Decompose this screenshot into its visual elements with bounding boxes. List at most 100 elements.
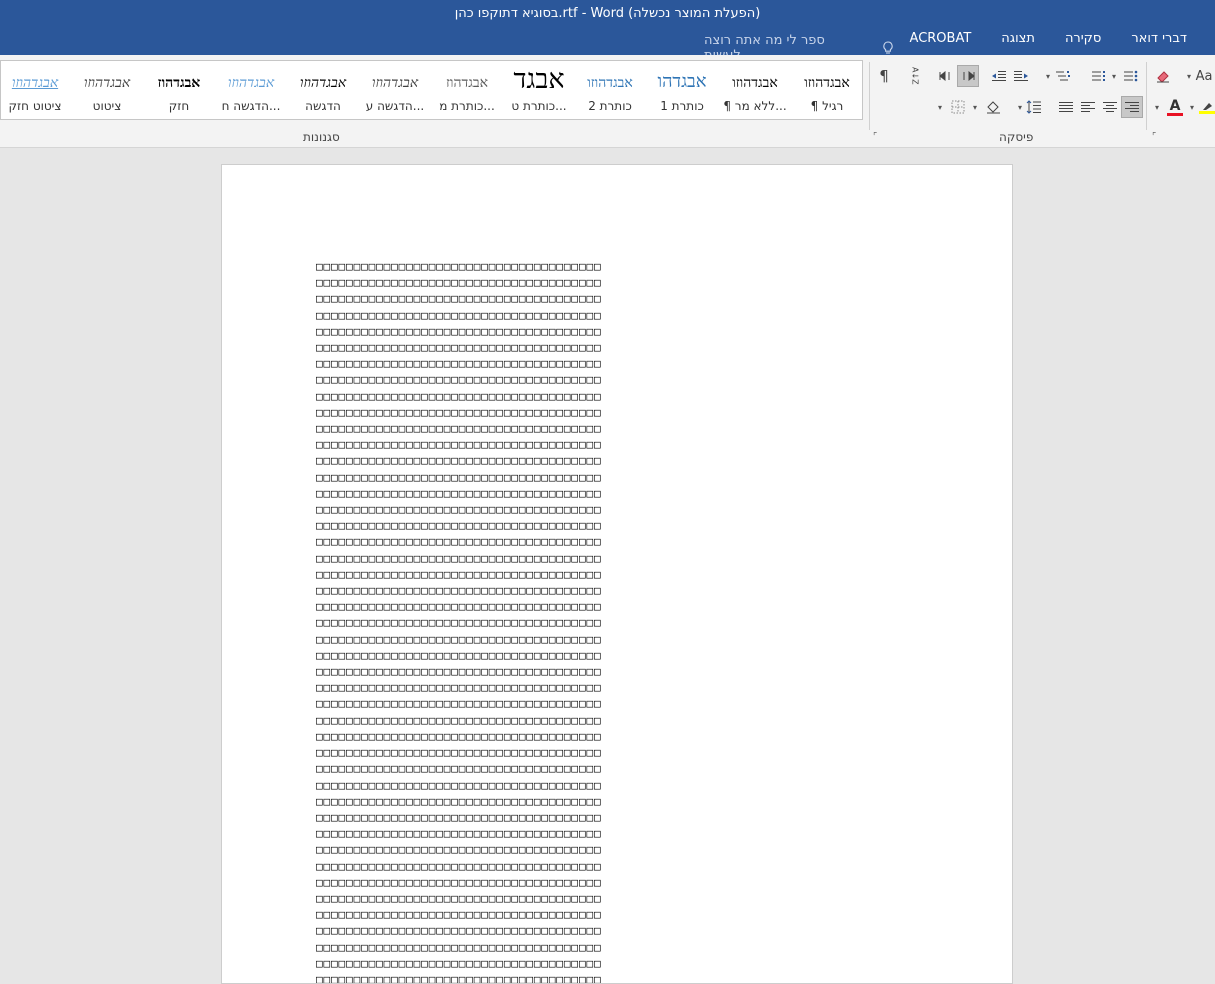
show-formatting-marks-button[interactable]: ¶ bbox=[873, 65, 895, 87]
sort-button[interactable]: A↓Z bbox=[904, 65, 926, 87]
highlight-color-bar bbox=[1198, 110, 1215, 114]
style-emphasis[interactable]: אבגדהוזו הדגשה bbox=[289, 61, 357, 119]
align-right-button[interactable] bbox=[1121, 96, 1143, 118]
numbered-list-icon bbox=[1091, 70, 1107, 82]
group-divider bbox=[1146, 62, 1147, 130]
ribbon-tabs: דברי דואר סקירה תצוגה ACROBAT bbox=[910, 31, 1187, 46]
bulleted-list-icon bbox=[1123, 70, 1139, 82]
style-preview: אבגדהוזו bbox=[804, 75, 850, 91]
line-spacing-button[interactable] bbox=[1023, 96, 1045, 118]
numbering-dropdown[interactable]: ▾ bbox=[1110, 65, 1118, 87]
style-name: ציטוט חזק bbox=[8, 99, 62, 113]
style-preview: אבגד bbox=[513, 64, 565, 95]
style-preview: אבגדהוזו bbox=[83, 75, 131, 91]
style-quote[interactable]: אבגדהוזו ציטוט bbox=[73, 61, 141, 119]
style-normal[interactable]: אבגדהוזו ¶ רגיל bbox=[793, 61, 861, 119]
increase-indent-button[interactable] bbox=[1010, 65, 1032, 87]
style-heading-1[interactable]: אבגדהו כותרת 1 bbox=[647, 61, 717, 119]
clear-formatting-button[interactable] bbox=[1152, 65, 1174, 87]
shading-button[interactable] bbox=[982, 96, 1004, 118]
eraser-icon bbox=[1155, 69, 1171, 83]
style-title[interactable]: אבגד כותרת ט... bbox=[505, 61, 573, 119]
justify-icon bbox=[1058, 101, 1074, 113]
style-preview: אבגדהוזו bbox=[732, 75, 778, 91]
ltr-paragraph-icon bbox=[938, 70, 954, 82]
multilevel-list-icon bbox=[1055, 70, 1071, 82]
style-name: כותרת מ... bbox=[439, 99, 495, 113]
font-color-bar bbox=[1167, 112, 1183, 116]
center-button[interactable] bbox=[1099, 96, 1121, 118]
align-center-icon bbox=[1102, 101, 1118, 113]
ltr-direction-button[interactable] bbox=[935, 65, 957, 87]
style-intense-quote[interactable]: אבגדהוזו ציטוט חזק bbox=[1, 61, 69, 119]
window-title: בסוגיא דתוקפו כהן.rtf - Word (הפעלת המוצ… bbox=[454, 6, 761, 21]
paint-bucket-icon bbox=[985, 100, 1001, 114]
paragraph-group-label: פיסקה bbox=[999, 130, 1034, 144]
sort-icon: A↓Z bbox=[910, 67, 920, 85]
style-name: ציטוט bbox=[92, 99, 122, 113]
style-preview: אבגדהוזו bbox=[371, 75, 419, 91]
group-divider bbox=[869, 62, 870, 130]
style-preview: אבגדהוז bbox=[157, 75, 201, 91]
style-name: הדגשה ח... bbox=[221, 99, 281, 113]
tab-review[interactable]: סקירה bbox=[1065, 31, 1101, 46]
style-strong[interactable]: אבגדהוז חזק bbox=[145, 61, 213, 119]
decrease-indent-button[interactable] bbox=[988, 65, 1010, 87]
style-subtitle[interactable]: אבגדהוז כותרת מ... bbox=[433, 61, 501, 119]
borders-button[interactable] bbox=[947, 96, 969, 118]
borders-icon bbox=[951, 100, 965, 114]
style-preview: אבגדהוזו bbox=[227, 75, 275, 91]
style-subtle-emphasis[interactable]: אבגדהוזו הדגשה ע... bbox=[361, 61, 429, 119]
styles-dialog-launcher-icon[interactable]: ⌜ bbox=[873, 132, 883, 142]
document-body-text[interactable]: □□□□□□□□□□□□□□□□□□□□□□□□□□□□□□□□□□□□□□ □… bbox=[316, 259, 924, 983]
align-left-button[interactable] bbox=[1077, 96, 1099, 118]
style-name: חזק bbox=[168, 99, 190, 113]
style-no-spacing[interactable]: אבגדהוזו ¶ ללא מר... bbox=[721, 61, 789, 119]
style-name: הדגשה ע... bbox=[365, 99, 425, 113]
rtl-paragraph-icon bbox=[960, 70, 976, 82]
tab-acrobat[interactable]: ACROBAT bbox=[910, 31, 972, 46]
change-case-dropdown[interactable]: ▾ bbox=[1185, 65, 1193, 87]
style-preview: אבגדהוז bbox=[445, 75, 489, 91]
borders-dropdown[interactable]: ▾ bbox=[936, 96, 944, 118]
style-heading-2[interactable]: אבגדהוזו כותרת 2 bbox=[575, 61, 645, 119]
title-bar: בסוגיא דתוקפו כהן.rtf - Word (הפעלת המוצ… bbox=[0, 0, 1215, 63]
increase-indent-icon bbox=[1013, 70, 1029, 82]
multilevel-list-button[interactable] bbox=[1052, 65, 1074, 87]
style-name: כותרת 1 bbox=[660, 99, 704, 113]
highlight-dropdown[interactable]: ▾ bbox=[1188, 96, 1196, 118]
style-name: ¶ רגיל bbox=[810, 99, 844, 113]
style-name: כותרת ט... bbox=[511, 99, 567, 113]
font-color-icon: A bbox=[1169, 97, 1181, 114]
font-color-button[interactable]: A bbox=[1164, 96, 1186, 118]
align-left-icon bbox=[1080, 101, 1096, 113]
line-spacing-icon bbox=[1026, 100, 1042, 114]
paragraph-dialog-launcher-icon[interactable]: ⌜ bbox=[1152, 132, 1162, 142]
style-preview: אבגדהוזו bbox=[299, 75, 347, 91]
change-case-button[interactable]: Aa bbox=[1193, 65, 1215, 87]
font-color-dropdown[interactable]: ▾ bbox=[1153, 96, 1161, 118]
numbering-button[interactable] bbox=[1088, 65, 1110, 87]
lightbulb-icon bbox=[882, 41, 894, 55]
align-right-icon bbox=[1124, 101, 1140, 113]
styles-gallery: אבגדהוזו ¶ רגיל אבגדהוזו ¶ ללא מר... אבג… bbox=[0, 60, 863, 120]
justify-button[interactable] bbox=[1055, 96, 1077, 118]
multilevel-list-dropdown[interactable]: ▾ bbox=[1044, 65, 1052, 87]
style-name: ¶ ללא מר... bbox=[723, 99, 787, 113]
style-preview: אבגדהוזו bbox=[587, 75, 633, 91]
style-preview: אבגדהוזו bbox=[11, 75, 59, 91]
highlighter-icon bbox=[1200, 101, 1214, 111]
style-intense-emphasis[interactable]: אבגדהוזו הדגשה ח... bbox=[217, 61, 285, 119]
pilcrow-icon: ¶ bbox=[879, 67, 889, 85]
shading-dropdown[interactable]: ▾ bbox=[971, 96, 979, 118]
highlight-button[interactable] bbox=[1198, 96, 1215, 118]
tab-view[interactable]: תצוגה bbox=[1001, 31, 1035, 46]
styles-group-label: סגנונות bbox=[303, 130, 340, 144]
change-case-icon: Aa bbox=[1195, 68, 1213, 84]
style-preview: אבגדהו bbox=[657, 71, 707, 92]
bullets-button[interactable] bbox=[1120, 65, 1142, 87]
document-page[interactable]: □□□□□□□□□□□□□□□□□□□□□□□□□□□□□□□□□□□□□□ □… bbox=[221, 164, 1013, 984]
tab-mailings[interactable]: דברי דואר bbox=[1131, 31, 1187, 46]
decrease-indent-icon bbox=[991, 70, 1007, 82]
rtl-direction-button[interactable] bbox=[957, 65, 979, 87]
